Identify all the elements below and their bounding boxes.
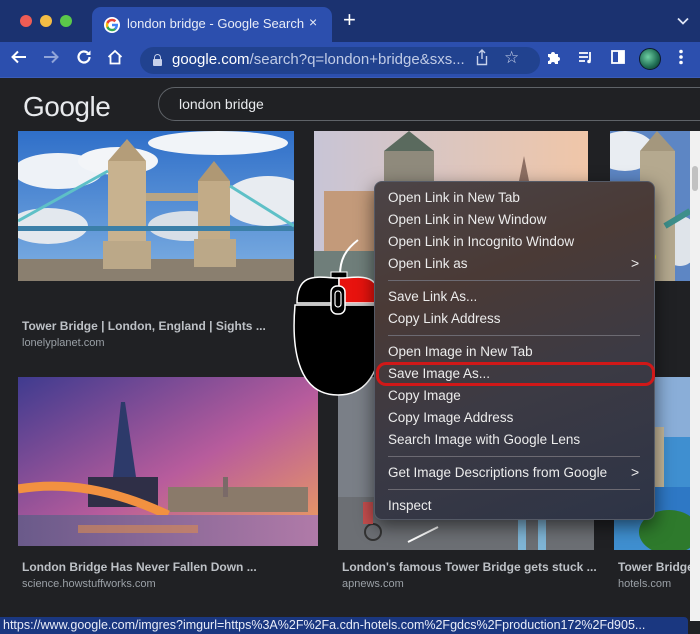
menu-item-label: Save Link As... [388,289,478,304]
menu-item-label: Search Image with Google Lens [388,432,581,447]
result-title[interactable]: Tower Bridge [618,560,694,574]
menu-item-label: Open Link in New Window [388,212,547,227]
browser-toolbar: google.com/search?q=london+bridge&sxs...… [0,42,700,78]
url-text[interactable]: google.com/search?q=london+bridge&sxs... [172,51,465,68]
search-input[interactable]: london bridge [158,87,700,121]
back-button[interactable] [8,48,30,71]
menu-separator [388,335,640,336]
menu-item-copy-image-address[interactable]: Copy Image Address [375,407,654,429]
tab-search-chevron-icon[interactable] [677,14,689,28]
mouse-right-click-illustration [290,230,385,400]
context-menu: Open Link in New Tab Open Link in New Win… [374,181,655,520]
back-arrow-icon [11,50,26,64]
google-logo[interactable]: Google [23,91,111,123]
extensions-puzzle-icon[interactable] [543,48,565,71]
reload-button[interactable] [73,48,95,71]
side-panel-icon[interactable] [607,48,629,71]
result-title[interactable]: London Bridge Has Never Fallen Down ... [22,560,257,574]
profile-avatar[interactable] [639,48,661,70]
minimize-window-button[interactable] [40,15,52,27]
menu-separator [388,456,640,457]
forward-arrow-icon [44,50,59,64]
menu-item-search-image-with-google-lens[interactable]: Search Image with Google Lens [375,429,654,451]
result-thumbnail[interactable] [18,377,318,546]
result-title[interactable]: Tower Bridge | London, England | Sights … [22,319,266,333]
result-source[interactable]: apnews.com [342,578,404,590]
menu-item-label: Open Link as [388,256,468,271]
menu-separator [388,280,640,281]
browser-window: london bridge - Google Search × + google… [0,0,700,634]
menu-item-open-link-in-new-tab[interactable]: Open Link in New Tab [375,187,654,209]
forward-button[interactable] [40,48,62,71]
reload-icon [77,50,91,64]
home-icon [107,49,123,65]
chrome-menu-icon[interactable] [670,48,692,71]
menu-item-label: Copy Image [388,388,461,403]
menu-item-open-link-as[interactable]: Open Link as > [375,253,654,275]
new-tab-button[interactable]: + [343,9,356,31]
address-bar[interactable]: google.com/search?q=london+bridge&sxs...… [140,47,540,74]
menu-item-label: Get Image Descriptions from Google [388,465,608,480]
result-source[interactable]: science.howstuffworks.com [22,578,156,590]
tab-title: london bridge - Google Search [127,16,305,31]
menu-item-label: Open Image in New Tab [388,344,533,359]
menu-item-label: Copy Link Address [388,311,501,326]
google-header: Google london bridge [0,79,700,131]
menu-item-label: Open Link in Incognito Window [388,234,575,249]
result-thumbnail[interactable] [18,131,294,281]
submenu-chevron-icon: > [631,255,640,271]
menu-item-copy-link-address[interactable]: Copy Link Address [375,308,654,330]
google-favicon-icon [104,17,120,33]
menu-item-inspect[interactable]: Inspect [375,495,654,517]
menu-item-save-link-as[interactable]: Save Link As... [375,286,654,308]
menu-item-label: Copy Image Address [388,410,514,425]
menu-item-open-image-in-new-tab[interactable]: Open Image in New Tab [375,341,654,363]
bookmark-star-icon[interactable]: ☆ [504,48,519,68]
menu-separator [388,489,640,490]
home-button[interactable] [104,48,126,71]
menu-item-open-link-in-new-window[interactable]: Open Link in New Window [375,209,654,231]
image-result[interactable]: London Bridge Has Never Fallen Down ... … [18,377,318,597]
status-bar-link-preview: https://www.google.com/imgres?imgurl=htt… [0,617,688,634]
menu-item-label: Open Link in New Tab [388,190,520,205]
tab-london-bridge[interactable]: london bridge - Google Search × [92,7,332,42]
search-query[interactable]: london bridge [179,96,264,112]
menu-item-copy-image[interactable]: Copy Image [375,385,654,407]
page-scrollbar[interactable] [690,131,700,621]
submenu-chevron-icon: > [631,464,640,480]
save-image-highlight-annotation [376,362,655,386]
tab-close-icon[interactable]: × [309,14,317,30]
result-source[interactable]: hotels.com [618,578,671,590]
result-title[interactable]: London's famous Tower Bridge gets stuck … [342,560,597,574]
lock-icon[interactable] [153,54,162,66]
share-icon[interactable] [475,49,489,70]
maximize-window-button[interactable] [60,15,72,27]
tab-strip: london bridge - Google Search × + [0,0,700,42]
scrollbar-thumb[interactable] [692,166,698,191]
menu-item-open-link-in-incognito-window[interactable]: Open Link in Incognito Window [375,231,654,253]
image-result[interactable]: Tower Bridge | London, England | Sights … [18,131,294,351]
menu-item-label: Inspect [388,498,432,513]
close-window-button[interactable] [20,15,32,27]
media-controls-icon[interactable] [575,48,597,71]
menu-item-get-image-descriptions-from-google[interactable]: Get Image Descriptions from Google > [375,462,654,484]
result-source[interactable]: lonelyplanet.com [22,337,105,349]
